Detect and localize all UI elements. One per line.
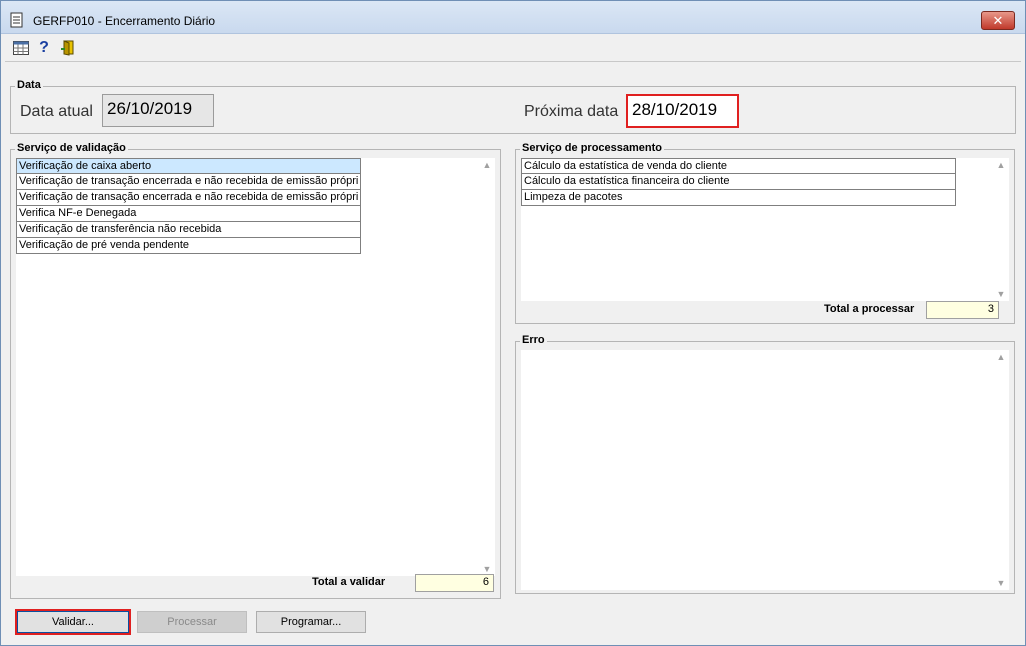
process-button[interactable]: Processar: [137, 611, 247, 633]
list-item[interactable]: Verificação de transferência não recebid…: [16, 222, 361, 238]
total-process-label: Total a processar: [824, 303, 915, 315]
current-date-field: 26/10/2019: [102, 94, 214, 127]
help-icon: ?: [39, 39, 49, 56]
validation-scrollbar[interactable]: ▲ ▼: [479, 158, 495, 576]
error-textarea[interactable]: ▲ ▼: [521, 350, 1009, 590]
list-item[interactable]: Verificação de caixa aberto: [16, 158, 361, 174]
current-date-label: Data atual: [20, 103, 93, 120]
list-item[interactable]: Cálculo da estatística financeira do cli…: [521, 174, 956, 190]
validation-list[interactable]: Verificação de caixa aberto Verificação d…: [16, 158, 495, 576]
error-group-title: Erro: [520, 334, 547, 346]
total-process-field: 3: [926, 301, 999, 319]
list-item[interactable]: Limpeza de pacotes: [521, 190, 956, 206]
schedule-button[interactable]: Programar...: [256, 611, 366, 633]
processing-group-title: Serviço de processamento: [520, 142, 665, 154]
document-icon: [10, 12, 23, 28]
exit-door-icon: [61, 40, 74, 56]
processing-group: Serviço de processamento Cálculo da esta…: [515, 142, 1015, 324]
title-bar: GERFP010 - Encerramento Diário ✕: [1, 1, 1025, 34]
window-title: GERFP010 - Encerramento Diário: [33, 14, 216, 28]
exit-button[interactable]: [58, 39, 78, 57]
validate-button[interactable]: Validar...: [15, 609, 131, 635]
validation-group-title: Serviço de validação: [15, 142, 128, 154]
calendar-grid-icon: [13, 41, 29, 55]
close-button[interactable]: ✕: [981, 11, 1015, 30]
scroll-down-icon[interactable]: ▼: [996, 289, 1006, 299]
validation-group: Serviço de validação Verificação de caix…: [10, 142, 501, 599]
error-scrollbar[interactable]: ▲ ▼: [993, 350, 1009, 590]
processing-list[interactable]: Cálculo da estatística de venda do clien…: [521, 158, 1009, 301]
list-item[interactable]: Verificação de transação encerrada e não…: [16, 190, 361, 206]
toolbar: ?: [5, 37, 1021, 59]
processing-scrollbar[interactable]: ▲ ▼: [993, 158, 1009, 301]
scroll-down-icon[interactable]: ▼: [996, 578, 1006, 588]
list-item[interactable]: Cálculo da estatística de venda do clien…: [521, 158, 956, 174]
main-window: GERFP010 - Encerramento Diário ✕ ? Data …: [0, 0, 1026, 646]
next-date-field: 28/10/2019: [626, 94, 739, 128]
scroll-up-icon[interactable]: ▲: [996, 352, 1006, 362]
list-item[interactable]: Verifica NF-e Denegada: [16, 206, 361, 222]
content-area: Data Data atual 26/10/2019 Próxima data …: [5, 61, 1021, 643]
calendar-grid-button[interactable]: [11, 39, 31, 57]
data-group: Data Data atual 26/10/2019 Próxima data …: [10, 79, 1016, 134]
error-group: Erro ▲ ▼: [515, 334, 1015, 594]
next-date-label: Próxima data: [524, 103, 619, 120]
scroll-down-icon[interactable]: ▼: [482, 564, 492, 574]
total-validate-label: Total a validar: [312, 576, 386, 588]
help-button[interactable]: ?: [34, 39, 54, 57]
scroll-up-icon[interactable]: ▲: [996, 160, 1006, 170]
scroll-up-icon[interactable]: ▲: [482, 160, 492, 170]
list-item[interactable]: Verificação de transação encerrada e não…: [16, 174, 361, 190]
list-item[interactable]: Verificação de pré venda pendente: [16, 238, 361, 254]
data-group-title: Data: [15, 79, 43, 91]
total-validate-field: 6: [415, 574, 494, 592]
